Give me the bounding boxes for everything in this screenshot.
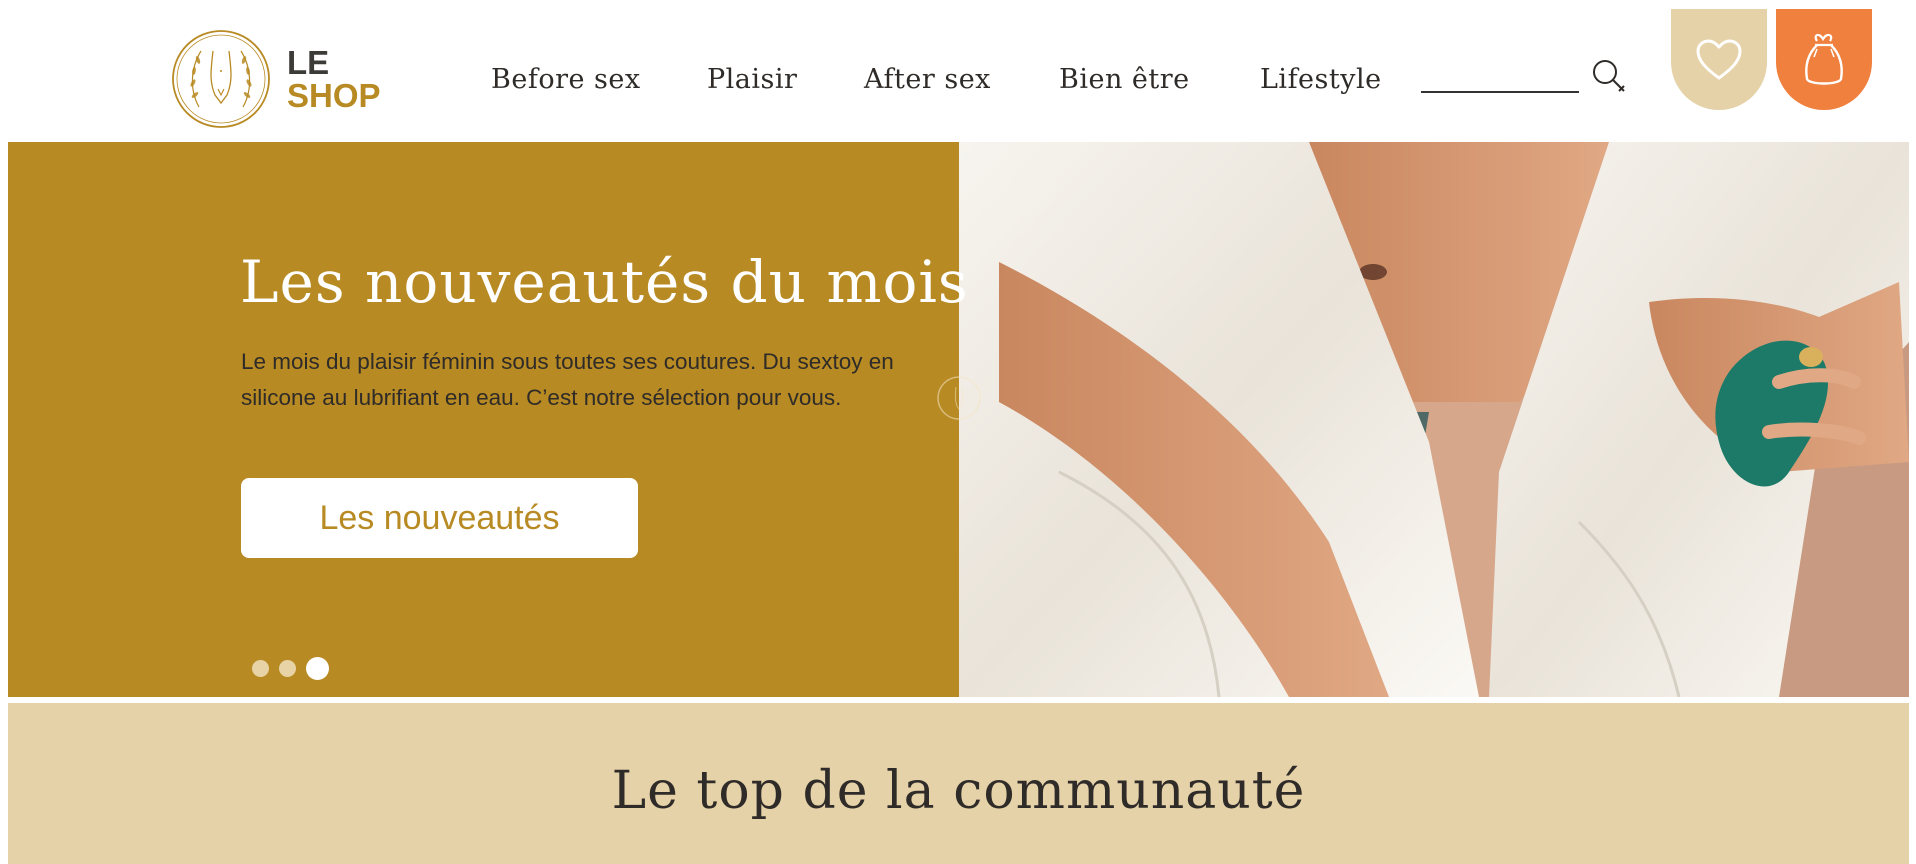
heart-icon	[1696, 39, 1742, 79]
community-section: Le top de la communauté	[8, 703, 1909, 864]
search-underline	[1421, 91, 1579, 93]
nav-item-plaisir[interactable]: Plaisir	[707, 64, 797, 95]
nav-item-after-sex[interactable]: After sex	[864, 64, 991, 95]
community-title: Le top de la communauté	[611, 761, 1306, 821]
carousel-dot-2[interactable]	[279, 660, 296, 677]
wishlist-button[interactable]	[1671, 9, 1767, 110]
gift-bag-icon	[1805, 33, 1843, 85]
hero-image	[959, 142, 1909, 697]
search-icon[interactable]	[1590, 58, 1628, 96]
carousel-dot-1[interactable]	[252, 660, 269, 677]
logo-line-le: LE	[287, 44, 330, 81]
hero-description: Le mois du plaisir féminin sous toutes s…	[241, 349, 894, 410]
hero-title: Les nouveautés du mois	[240, 248, 969, 316]
nav-item-lifestyle[interactable]: Lifestyle	[1260, 64, 1382, 95]
logo-wordmark: LE SHOP	[287, 46, 381, 112]
hero-panel	[8, 142, 959, 697]
search-input[interactable]	[1421, 60, 1583, 92]
hero-photo-illustration	[959, 142, 1909, 697]
nav-item-before-sex[interactable]: Before sex	[491, 64, 641, 95]
carousel-dots	[252, 657, 329, 680]
cart-button[interactable]	[1776, 9, 1872, 110]
logo-line-shop: SHOP	[287, 77, 381, 114]
logo[interactable]: LE SHOP	[171, 29, 381, 129]
carousel-dot-3-active[interactable]	[306, 657, 329, 680]
hero-cta-button[interactable]: Les nouveautés	[241, 478, 638, 558]
woman-silhouette-laurel-emblem-icon	[172, 30, 270, 128]
site-header: LE SHOP Before sex Plaisir After sex Bie…	[0, 0, 1916, 142]
seal-watermark-icon	[937, 376, 981, 420]
nav-item-bien-etre[interactable]: Bien être	[1059, 64, 1190, 95]
